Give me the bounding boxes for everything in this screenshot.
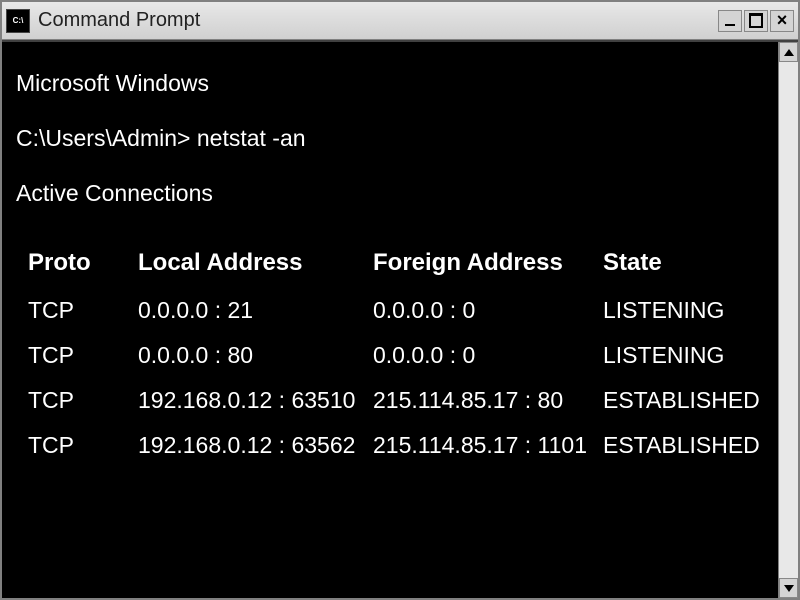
table-row: TCP 192.168.0.12 : 63510 215.114.85.17 :…: [28, 387, 764, 414]
cell-local: 192.168.0.12 : 63510: [138, 387, 373, 414]
cell-state: ESTABLISHED: [603, 432, 764, 459]
cell-proto: TCP: [28, 387, 138, 414]
cell-proto: TCP: [28, 432, 138, 459]
scroll-up-arrow[interactable]: [779, 42, 798, 62]
command-prompt-window: C:\ Command Prompt × Microsoft Windows C…: [0, 0, 800, 600]
cmd-icon: C:\: [6, 9, 30, 33]
cell-state: ESTABLISHED: [603, 387, 764, 414]
scroll-track[interactable]: [779, 62, 798, 578]
cell-foreign: 215.114.85.17 : 80: [373, 387, 603, 414]
section-title: Active Connections: [16, 180, 764, 207]
scrollbar[interactable]: [778, 42, 798, 598]
header-state: State: [603, 249, 764, 277]
title-bar[interactable]: C:\ Command Prompt ×: [2, 2, 798, 40]
cell-state: LISTENING: [603, 297, 764, 324]
minimize-button[interactable]: [718, 10, 742, 32]
scroll-down-arrow[interactable]: [779, 578, 798, 598]
window-controls: ×: [718, 10, 794, 32]
cell-proto: TCP: [28, 342, 138, 369]
header-foreign: Foreign Address: [373, 249, 603, 277]
cell-foreign: 215.114.85.17 : 1101: [373, 432, 603, 459]
os-line: Microsoft Windows: [16, 70, 764, 97]
terminal-output[interactable]: Microsoft Windows C:\Users\Admin> netsta…: [2, 42, 778, 598]
header-proto: Proto: [28, 249, 138, 277]
maximize-button[interactable]: [744, 10, 768, 32]
cell-local: 0.0.0.0 : 21: [138, 297, 373, 324]
table-row: TCP 0.0.0.0 : 80 0.0.0.0 : 0 LISTENING: [28, 342, 764, 369]
window-title: Command Prompt: [38, 9, 718, 32]
header-local: Local Address: [138, 249, 373, 277]
cell-local: 0.0.0.0 : 80: [138, 342, 373, 369]
close-button[interactable]: ×: [770, 10, 794, 32]
command-text: netstat -an: [197, 125, 306, 151]
prompt-path: C:\Users\Admin>: [16, 125, 190, 151]
cell-foreign: 0.0.0.0 : 0: [373, 297, 603, 324]
table-row: TCP 192.168.0.12 : 63562 215.114.85.17 :…: [28, 432, 764, 459]
table-row: TCP 0.0.0.0 : 21 0.0.0.0 : 0 LISTENING: [28, 297, 764, 324]
table-header: Proto Local Address Foreign Address Stat…: [28, 249, 764, 277]
cell-local: 192.168.0.12 : 63562: [138, 432, 373, 459]
connections-table: Proto Local Address Foreign Address Stat…: [16, 235, 764, 459]
terminal-wrapper: Microsoft Windows C:\Users\Admin> netsta…: [2, 40, 798, 598]
cell-foreign: 0.0.0.0 : 0: [373, 342, 603, 369]
cell-state: LISTENING: [603, 342, 764, 369]
cell-proto: TCP: [28, 297, 138, 324]
prompt-line: C:\Users\Admin> netstat -an: [16, 125, 764, 152]
